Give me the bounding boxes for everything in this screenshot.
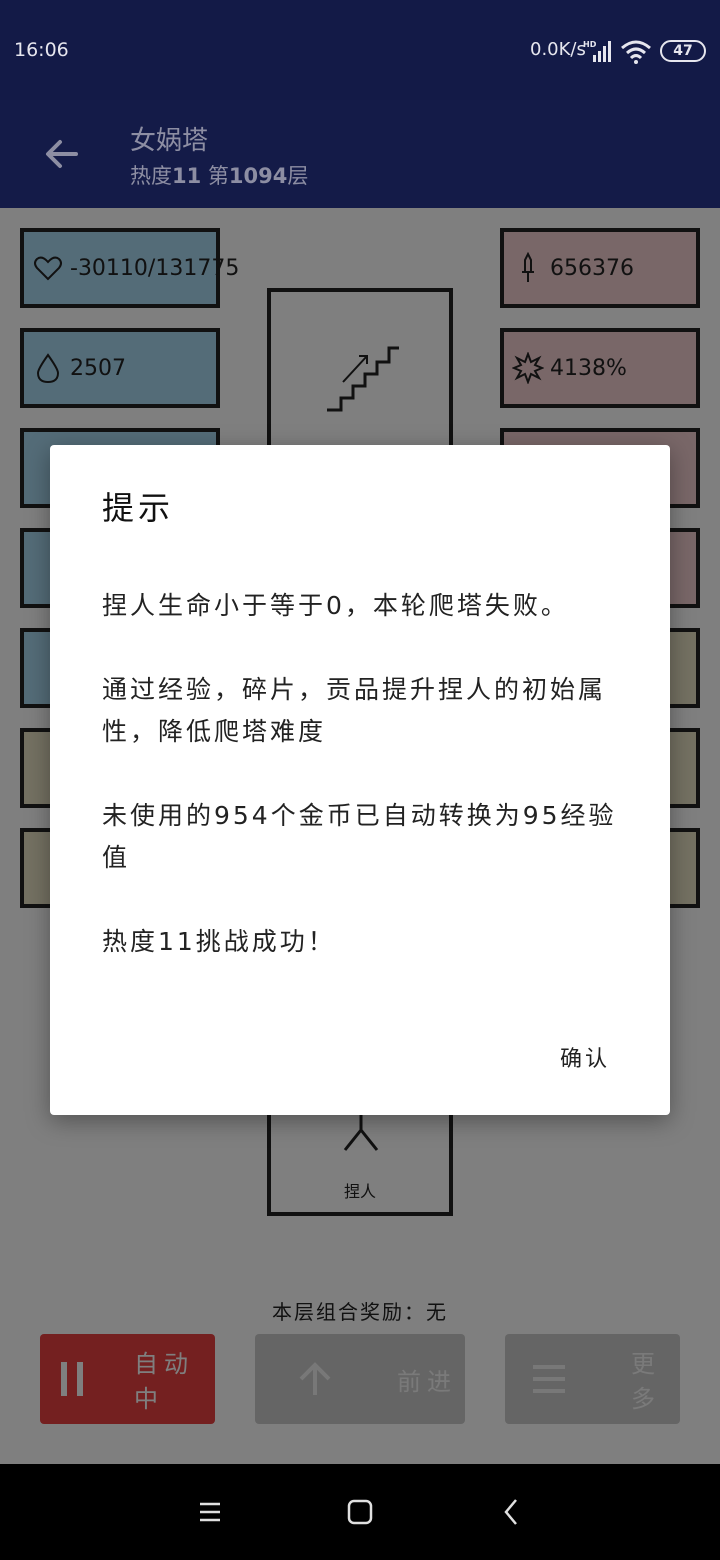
dialog-paragraph: 未使用的954个金币已自动转换为95经验值 — [102, 801, 617, 872]
svg-text:HD: HD — [583, 40, 597, 49]
dialog-paragraph: 通过经验，碎片，贡品提升捏人的初始属性，降低爬塔难度 — [102, 675, 607, 746]
floor-value: 1094 — [228, 164, 288, 188]
wifi-icon — [621, 40, 651, 64]
dialog-body: 捏人生命小于等于0，本轮爬塔失败。 通过经验，碎片，贡品提升捏人的初始属性，降低… — [102, 585, 627, 1005]
battery-indicator: 47 — [660, 40, 706, 62]
back-arrow-icon[interactable] — [40, 132, 84, 176]
signal-icon: HD — [583, 40, 611, 62]
floor-prefix: 第 — [207, 164, 229, 188]
back-icon[interactable] — [494, 1494, 530, 1530]
heat-label: 热度 — [130, 164, 172, 188]
page-subtitle: 热度11 第1094层 — [130, 160, 308, 190]
status-bar: 16:06 0.0K/s HD 47 — [0, 0, 720, 100]
dialog-paragraph: 捏人生命小于等于0，本轮爬塔失败。 — [102, 591, 569, 620]
dialog-paragraph: 热度11挑战成功！ — [102, 927, 336, 956]
floor-suffix: 层 — [287, 164, 309, 188]
status-time: 16:06 — [14, 39, 69, 61]
dialog-title: 提示 — [102, 489, 175, 527]
recents-menu-icon[interactable] — [192, 1494, 228, 1530]
heat-value: 11 — [172, 164, 202, 188]
system-nav-bar — [0, 1464, 720, 1560]
app-bar: 女娲塔 热度11 第1094层 — [0, 100, 720, 208]
home-icon[interactable] — [342, 1494, 378, 1530]
page-title: 女娲塔 — [130, 126, 209, 156]
hint-dialog: 提示 捏人生命小于等于0，本轮爬塔失败。 通过经验，碎片，贡品提升捏人的初始属性… — [50, 445, 670, 1115]
confirm-button[interactable]: 确认 — [560, 1041, 610, 1073]
network-speed: 0.0K/s — [530, 39, 586, 60]
